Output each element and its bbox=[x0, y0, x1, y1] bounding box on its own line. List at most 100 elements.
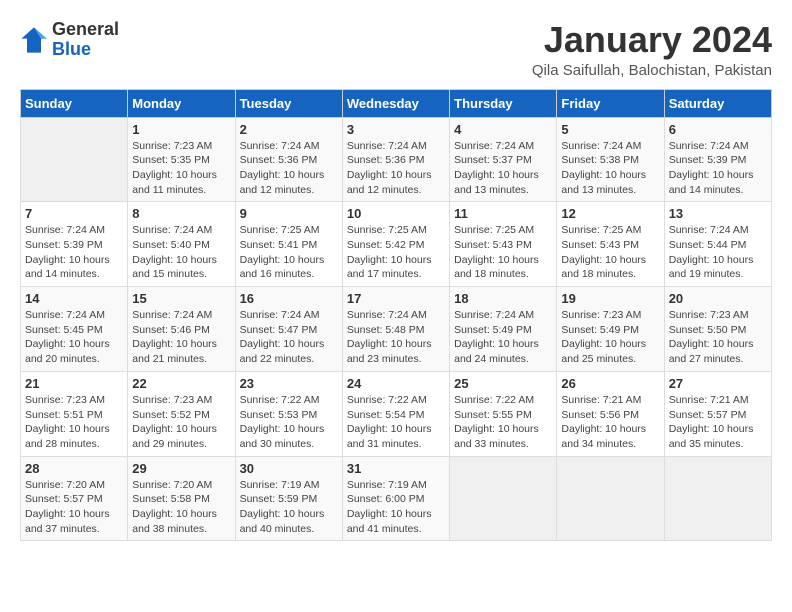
header-row: SundayMondayTuesdayWednesdayThursdayFrid… bbox=[21, 89, 772, 117]
day-number: 12 bbox=[561, 206, 659, 221]
day-number: 3 bbox=[347, 122, 445, 137]
day-header-monday: Monday bbox=[128, 89, 235, 117]
calendar-cell: 25 Sunrise: 7:22 AM Sunset: 5:55 PM Dayli… bbox=[450, 371, 557, 456]
day-number: 24 bbox=[347, 376, 445, 391]
day-number: 30 bbox=[240, 461, 338, 476]
day-number: 27 bbox=[669, 376, 767, 391]
week-row-4: 28 Sunrise: 7:20 AM Sunset: 5:57 PM Dayli… bbox=[21, 456, 772, 541]
week-row-2: 14 Sunrise: 7:24 AM Sunset: 5:45 PM Dayli… bbox=[21, 287, 772, 372]
calendar-cell: 29 Sunrise: 7:20 AM Sunset: 5:58 PM Dayli… bbox=[128, 456, 235, 541]
day-info: Sunrise: 7:21 AM Sunset: 5:56 PM Dayligh… bbox=[561, 393, 659, 452]
day-number: 2 bbox=[240, 122, 338, 137]
day-header-friday: Friday bbox=[557, 89, 664, 117]
day-info: Sunrise: 7:20 AM Sunset: 5:58 PM Dayligh… bbox=[132, 478, 230, 537]
day-info: Sunrise: 7:24 AM Sunset: 5:37 PM Dayligh… bbox=[454, 139, 552, 198]
day-number: 11 bbox=[454, 206, 552, 221]
day-number: 26 bbox=[561, 376, 659, 391]
day-number: 8 bbox=[132, 206, 230, 221]
calendar-cell: 19 Sunrise: 7:23 AM Sunset: 5:49 PM Dayli… bbox=[557, 287, 664, 372]
day-info: Sunrise: 7:24 AM Sunset: 5:49 PM Dayligh… bbox=[454, 308, 552, 367]
logo-blue-text: Blue bbox=[52, 39, 91, 59]
day-info: Sunrise: 7:24 AM Sunset: 5:44 PM Dayligh… bbox=[669, 223, 767, 282]
day-info: Sunrise: 7:25 AM Sunset: 5:43 PM Dayligh… bbox=[454, 223, 552, 282]
calendar-cell bbox=[664, 456, 771, 541]
day-number: 28 bbox=[25, 461, 123, 476]
day-info: Sunrise: 7:25 AM Sunset: 5:41 PM Dayligh… bbox=[240, 223, 338, 282]
calendar-cell: 12 Sunrise: 7:25 AM Sunset: 5:43 PM Dayli… bbox=[557, 202, 664, 287]
logo: General Blue bbox=[20, 20, 119, 60]
day-number: 15 bbox=[132, 291, 230, 306]
calendar-cell: 27Sunrise: 7:21 AM Sunset: 5:57 PM Dayli… bbox=[664, 371, 771, 456]
logo-icon bbox=[20, 26, 48, 54]
calendar-cell: 10Sunrise: 7:25 AM Sunset: 5:42 PM Dayli… bbox=[342, 202, 449, 287]
calendar-cell: 2 Sunrise: 7:24 AM Sunset: 5:36 PM Daylig… bbox=[235, 117, 342, 202]
day-number: 14 bbox=[25, 291, 123, 306]
day-header-sunday: Sunday bbox=[21, 89, 128, 117]
calendar-cell: 3 Sunrise: 7:24 AM Sunset: 5:36 PM Daylig… bbox=[342, 117, 449, 202]
calendar-cell: 21 Sunrise: 7:23 AM Sunset: 5:51 PM Dayli… bbox=[21, 371, 128, 456]
day-info: Sunrise: 7:24 AM Sunset: 5:36 PM Dayligh… bbox=[347, 139, 445, 198]
calendar-cell bbox=[557, 456, 664, 541]
day-header-thursday: Thursday bbox=[450, 89, 557, 117]
calendar-cell: 14 Sunrise: 7:24 AM Sunset: 5:45 PM Dayli… bbox=[21, 287, 128, 372]
day-info: Sunrise: 7:24 AM Sunset: 5:45 PM Dayligh… bbox=[25, 308, 123, 367]
day-number: 20 bbox=[669, 291, 767, 306]
month-title: January 2024 bbox=[532, 20, 772, 60]
logo-text: General Blue bbox=[52, 20, 119, 60]
day-info: Sunrise: 7:24 AM Sunset: 5:39 PM Dayligh… bbox=[25, 223, 123, 282]
day-number: 22 bbox=[132, 376, 230, 391]
day-info: Sunrise: 7:24 AM Sunset: 5:39 PM Dayligh… bbox=[669, 139, 767, 198]
day-number: 7 bbox=[25, 206, 123, 221]
day-info: Sunrise: 7:24 AM Sunset: 5:48 PM Dayligh… bbox=[347, 308, 445, 367]
calendar-cell: 13Sunrise: 7:24 AM Sunset: 5:44 PM Dayli… bbox=[664, 202, 771, 287]
day-header-saturday: Saturday bbox=[664, 89, 771, 117]
calendar-cell: 30 Sunrise: 7:19 AM Sunset: 5:59 PM Dayli… bbox=[235, 456, 342, 541]
day-info: Sunrise: 7:22 AM Sunset: 5:55 PM Dayligh… bbox=[454, 393, 552, 452]
calendar-cell: 9 Sunrise: 7:25 AM Sunset: 5:41 PM Daylig… bbox=[235, 202, 342, 287]
calendar-cell bbox=[450, 456, 557, 541]
day-info: Sunrise: 7:24 AM Sunset: 5:36 PM Dayligh… bbox=[240, 139, 338, 198]
day-info: Sunrise: 7:19 AM Sunset: 5:59 PM Dayligh… bbox=[240, 478, 338, 537]
day-header-tuesday: Tuesday bbox=[235, 89, 342, 117]
week-row-1: 7 Sunrise: 7:24 AM Sunset: 5:39 PM Daylig… bbox=[21, 202, 772, 287]
day-number: 10 bbox=[347, 206, 445, 221]
day-number: 23 bbox=[240, 376, 338, 391]
calendar-cell: 11 Sunrise: 7:25 AM Sunset: 5:43 PM Dayli… bbox=[450, 202, 557, 287]
day-info: Sunrise: 7:25 AM Sunset: 5:43 PM Dayligh… bbox=[561, 223, 659, 282]
day-info: Sunrise: 7:24 AM Sunset: 5:46 PM Dayligh… bbox=[132, 308, 230, 367]
calendar-cell: 18 Sunrise: 7:24 AM Sunset: 5:49 PM Dayli… bbox=[450, 287, 557, 372]
day-number: 18 bbox=[454, 291, 552, 306]
calendar-table: SundayMondayTuesdayWednesdayThursdayFrid… bbox=[20, 89, 772, 542]
week-row-3: 21 Sunrise: 7:23 AM Sunset: 5:51 PM Dayli… bbox=[21, 371, 772, 456]
day-number: 9 bbox=[240, 206, 338, 221]
calendar-cell: 31Sunrise: 7:19 AM Sunset: 6:00 PM Dayli… bbox=[342, 456, 449, 541]
day-info: Sunrise: 7:22 AM Sunset: 5:53 PM Dayligh… bbox=[240, 393, 338, 452]
day-number: 5 bbox=[561, 122, 659, 137]
day-number: 29 bbox=[132, 461, 230, 476]
calendar-cell: 6Sunrise: 7:24 AM Sunset: 5:39 PM Daylig… bbox=[664, 117, 771, 202]
calendar-cell: 26 Sunrise: 7:21 AM Sunset: 5:56 PM Dayli… bbox=[557, 371, 664, 456]
day-info: Sunrise: 7:24 AM Sunset: 5:38 PM Dayligh… bbox=[561, 139, 659, 198]
day-number: 17 bbox=[347, 291, 445, 306]
day-number: 19 bbox=[561, 291, 659, 306]
day-info: Sunrise: 7:23 AM Sunset: 5:49 PM Dayligh… bbox=[561, 308, 659, 367]
week-row-0: 1Sunrise: 7:23 AM Sunset: 5:35 PM Daylig… bbox=[21, 117, 772, 202]
title-block: January 2024 Qila Saifullah, Balochistan… bbox=[532, 20, 772, 79]
calendar-cell: 1Sunrise: 7:23 AM Sunset: 5:35 PM Daylig… bbox=[128, 117, 235, 202]
day-number: 21 bbox=[25, 376, 123, 391]
calendar-cell: 28 Sunrise: 7:20 AM Sunset: 5:57 PM Dayli… bbox=[21, 456, 128, 541]
logo-general-text: General bbox=[52, 19, 119, 39]
day-header-wednesday: Wednesday bbox=[342, 89, 449, 117]
day-info: Sunrise: 7:23 AM Sunset: 5:35 PM Dayligh… bbox=[132, 139, 230, 198]
calendar-cell: 20 Sunrise: 7:23 AM Sunset: 5:50 PM Dayli… bbox=[664, 287, 771, 372]
day-info: Sunrise: 7:23 AM Sunset: 5:51 PM Dayligh… bbox=[25, 393, 123, 452]
day-number: 25 bbox=[454, 376, 552, 391]
calendar-cell: 16Sunrise: 7:24 AM Sunset: 5:47 PM Dayli… bbox=[235, 287, 342, 372]
calendar-cell: 22Sunrise: 7:23 AM Sunset: 5:52 PM Dayli… bbox=[128, 371, 235, 456]
calendar-cell: 8Sunrise: 7:24 AM Sunset: 5:40 PM Daylig… bbox=[128, 202, 235, 287]
day-info: Sunrise: 7:24 AM Sunset: 5:47 PM Dayligh… bbox=[240, 308, 338, 367]
calendar-cell: 4Sunrise: 7:24 AM Sunset: 5:37 PM Daylig… bbox=[450, 117, 557, 202]
day-info: Sunrise: 7:20 AM Sunset: 5:57 PM Dayligh… bbox=[25, 478, 123, 537]
location: Qila Saifullah, Balochistan, Pakistan bbox=[532, 62, 772, 79]
day-info: Sunrise: 7:23 AM Sunset: 5:50 PM Dayligh… bbox=[669, 308, 767, 367]
